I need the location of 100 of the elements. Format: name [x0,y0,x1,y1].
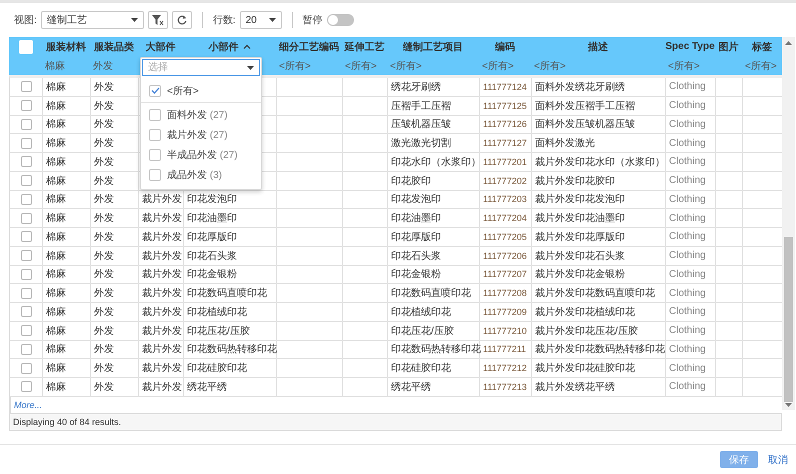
column-header[interactable]: 图片 [718,40,738,54]
clear-filter-button[interactable] [148,11,168,29]
column-header[interactable]: 大部件 [146,40,176,54]
table-cell-text: 裁片外发印花发泡印 [535,192,625,206]
row-checkbox[interactable] [20,118,32,130]
pause-toggle[interactable] [326,14,354,26]
table-cell: 111777203 [483,194,527,204]
row-checkbox[interactable] [20,250,32,262]
column-header[interactable]: 缝制工艺项目 [403,40,463,54]
table-cell-text: 裁片外发 [142,306,182,319]
row-checkbox[interactable] [20,288,32,299]
row-checkbox[interactable] [20,156,32,168]
results-status: Displaying 40 of 84 results. [13,416,122,427]
row-checkbox[interactable] [20,194,32,205]
cancel-button[interactable]: 取消 [764,451,792,468]
column-header[interactable]: 小部件 [208,40,238,54]
rows-label: 行数: [212,14,236,27]
row-checkbox[interactable] [20,268,32,280]
column-filter[interactable]: <所有> [668,58,700,72]
table-cell-text: 棉麻 [46,342,66,356]
scrollbar[interactable] [782,37,795,410]
table-cell-text: 裁片外发印花数码热转移印花 [535,342,665,356]
dropdown-option[interactable]: 半成品外发 (27) [141,145,261,165]
table-cell: 111777210 [483,326,527,336]
table-cell-text: 外发 [94,212,114,226]
table-cell: Clothing [669,306,706,318]
table-cell-text: 印花植绒印花 [187,306,247,319]
table-cell-text: 裁片外发 [142,362,182,376]
row-checkbox[interactable] [20,212,32,224]
column-filter[interactable]: <所有> [745,58,777,72]
table-cell-text: 印花油墨印 [187,212,237,226]
table-cell-text: 印花金银粉 [391,268,441,282]
table-cell-text: 印花油墨印 [391,212,441,226]
rows-select[interactable]: 20 [240,11,282,29]
row-checkbox[interactable] [20,231,32,242]
column-filter[interactable]: <所有> [345,58,377,72]
column-header[interactable]: 编码 [495,40,515,54]
table-cell-text: 面料外发压褶手工压褶 [535,100,635,113]
more-link[interactable]: More... [14,400,42,410]
column-header[interactable]: Spec Type [665,41,715,52]
column-header[interactable]: 服装材料 [46,40,86,54]
table-cell: Clothing [669,325,706,336]
row-checkbox[interactable] [20,362,32,374]
scroll-up-icon[interactable] [785,41,792,45]
table-cell-text: 印花金银粉 [187,268,237,282]
row-checkbox[interactable] [20,81,32,92]
row-checkbox[interactable] [20,325,32,336]
column-header[interactable]: 标签 [752,40,772,54]
dropdown-search-field[interactable]: 选择 [142,59,260,76]
sort-caret-icon[interactable] [242,44,250,49]
table-cell-text: 绣花牙刷绣 [391,80,441,94]
table-cell: Clothing [669,231,706,242]
table-cell: 111777124 [483,82,527,92]
column-header[interactable]: 延伸工艺 [344,40,384,54]
table-cell-text: 裁片外发印花厚版印 [535,230,625,244]
column-filter[interactable]: <所有> [534,58,566,72]
row-checkbox[interactable] [20,100,32,112]
column-header[interactable]: 描述 [588,40,608,54]
option-checkbox[interactable] [149,169,161,181]
option-checkbox[interactable] [149,129,161,141]
table-cell-text: 外发 [94,230,114,244]
table-cell: 111777204 [483,213,527,224]
row-checkbox[interactable] [20,138,32,149]
table-cell: 111777212 [483,363,527,374]
row-checkbox[interactable] [20,306,32,318]
dropdown-option[interactable]: 裁片外发 (27) [141,125,261,145]
table-cell-text: 裁片外发印花压花/压胶 [535,324,638,338]
table-cell-text: 外发 [94,80,114,94]
option-checkbox[interactable] [149,109,161,121]
table-cell-text: 裁片外发印花植绒印花 [535,306,635,319]
dropdown-option[interactable]: 成品外发 (3) [141,165,261,185]
table-cell-text: 棉麻 [46,156,66,169]
column-filter[interactable]: <所有> [390,58,422,72]
option-checkbox[interactable] [149,84,161,96]
caret-icon [247,66,254,70]
select-all-checkbox[interactable] [18,40,32,54]
option-checkbox[interactable] [149,149,161,161]
row-checkbox[interactable] [20,344,32,355]
table-cell-text: 外发 [94,174,114,188]
column-filter[interactable]: 棉麻 [45,58,65,72]
table-cell-text: 棉麻 [46,118,66,132]
table-cell-text: 外发 [94,324,114,338]
refresh-button[interactable] [172,11,192,29]
column-header[interactable]: 服装品类 [94,40,134,54]
table-cell-text: 印花数码热转移印花 [391,342,481,356]
table-cell-text: 绣花平绣 [187,380,227,394]
column-filter[interactable]: <所有> [279,58,311,72]
table-cell: Clothing [669,288,706,299]
table-cell-text: 裁片外发印花胶印 [535,174,615,188]
table-cell-text: 面料外发激光 [535,136,595,150]
table-cell-text: 印花数码热转移印花 [187,342,277,356]
table-cell-text: 外发 [94,343,114,356]
row-checkbox[interactable] [20,381,32,392]
dropdown-option[interactable]: 面料外发 (27) [141,105,261,125]
column-filter[interactable]: <所有> [482,58,514,72]
column-filter[interactable]: 外发 [93,58,113,72]
column-header[interactable]: 细分工艺编码 [279,40,339,54]
view-select[interactable]: 缝制工艺 [40,11,144,29]
table-cell: Clothing [669,118,706,130]
row-checkbox[interactable] [20,175,32,186]
